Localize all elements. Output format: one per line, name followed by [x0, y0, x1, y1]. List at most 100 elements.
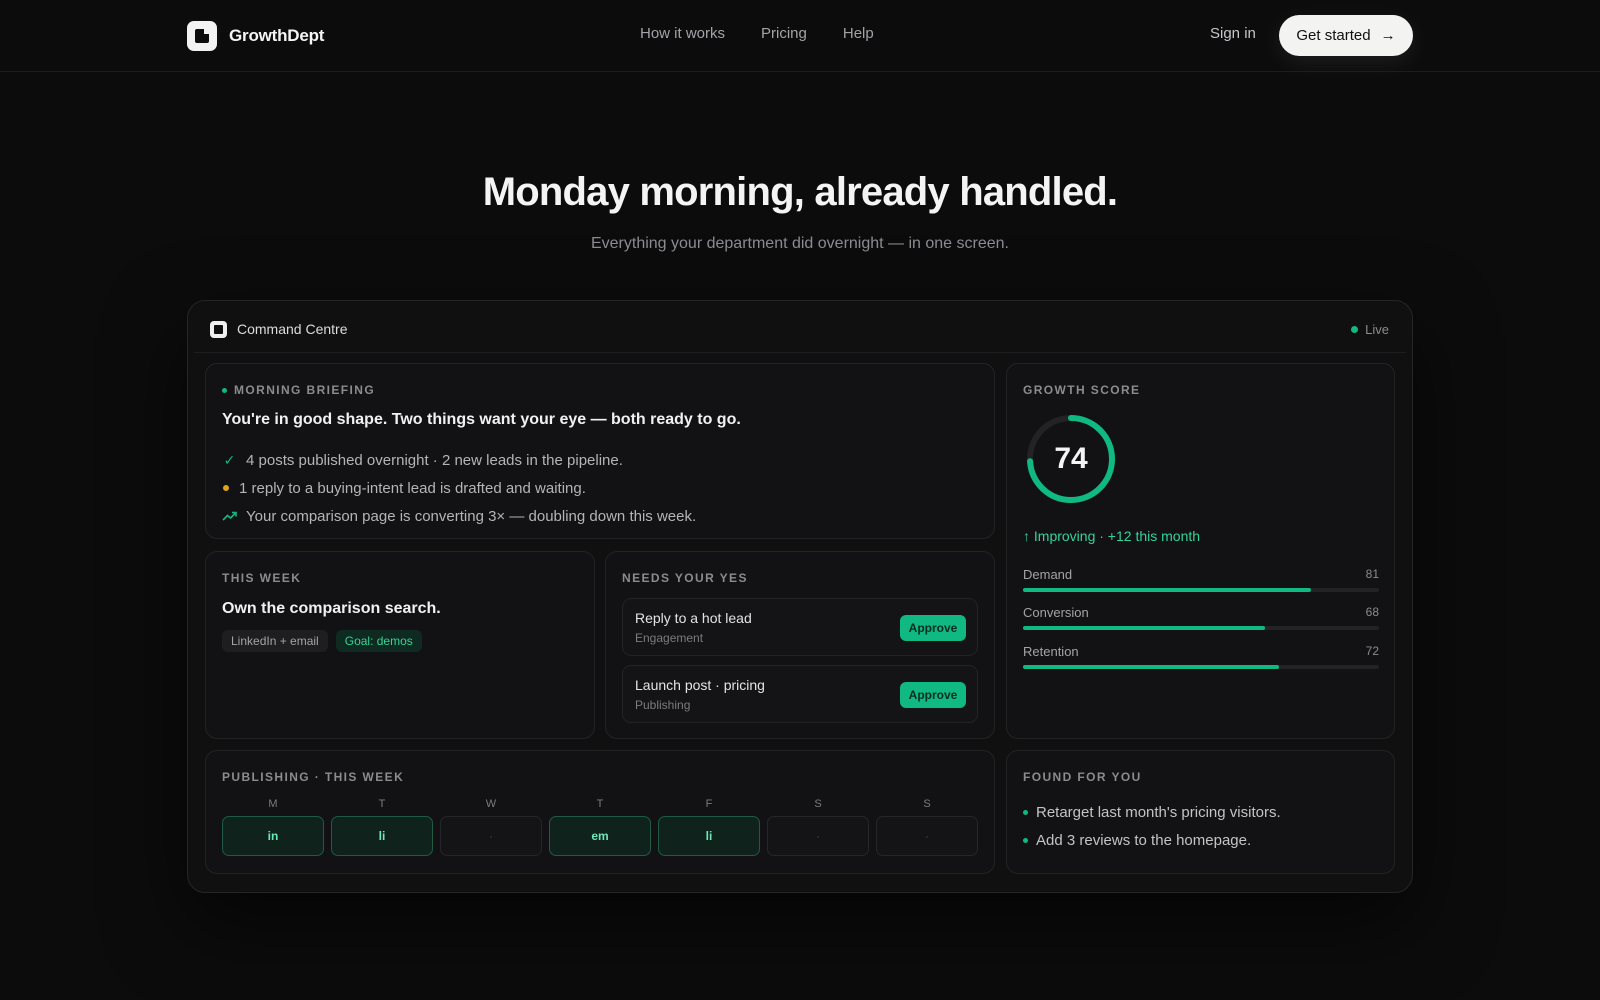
briefing-list: ✓ 4 posts published overnight · 2 new le…: [222, 446, 696, 530]
briefing-item-text: 1 reply to a buying-intent lead is draft…: [239, 479, 586, 497]
brand-logo[interactable]: GrowthDept: [187, 21, 324, 51]
publishing-label: PUBLISHING · THIS WEEK: [222, 770, 405, 784]
live-label: Live: [1365, 322, 1389, 337]
nav-link-help[interactable]: Help: [843, 25, 874, 42]
day-letter: W: [485, 798, 497, 810]
day-slot[interactable]: em: [549, 816, 651, 856]
found-for-you-card: FOUND FOR YOU Retarget last month's pric…: [1006, 750, 1395, 874]
day-letter: M: [268, 798, 278, 810]
metric-name: Retention: [1023, 644, 1079, 659]
day-slot[interactable]: li: [658, 816, 760, 856]
day-slot[interactable]: in: [222, 816, 324, 856]
logo-icon: [187, 21, 217, 51]
approve-button[interactable]: Approve: [900, 682, 966, 708]
metric-track: [1023, 588, 1379, 592]
found-item[interactable]: Retarget last month's pricing visitors.: [1023, 798, 1281, 826]
briefing-item-text: 4 posts published overnight · 2 new lead…: [246, 451, 623, 469]
arrow-right-icon: →: [1380, 27, 1396, 44]
nav-links: How it works Pricing Help: [640, 25, 874, 42]
score-trend-text: Improving · +12 this month: [1033, 528, 1201, 544]
metric-track: [1023, 665, 1379, 669]
found-list: Retarget last month's pricing visitors. …: [1023, 798, 1281, 854]
day-slot[interactable]: li: [331, 816, 433, 856]
approval-task: Reply to a hot lead Engagement Approve: [622, 598, 978, 656]
publishing-calendar: Min Tli W · Tem Fli S · S ·: [222, 798, 978, 856]
growth-score-label: GROWTH SCORE: [1023, 383, 1141, 397]
bullet-dot-icon: [1023, 809, 1028, 815]
day-column: S ·: [767, 798, 869, 856]
amber-dot-icon: [223, 485, 229, 491]
found-item[interactable]: Add 3 reviews to the homepage.: [1023, 826, 1281, 854]
day-column: W ·: [440, 798, 542, 856]
this-week-headline: Own the comparison search.: [222, 600, 441, 617]
day-column: Tli: [331, 798, 433, 856]
metric-value: 68: [1365, 605, 1379, 619]
growth-score-card: GROWTH SCORE 74 ↑ Improving · +12 this m…: [1006, 363, 1395, 739]
metric-retention: Retention 72: [1023, 644, 1379, 669]
day-letter: T: [596, 798, 604, 810]
live-status: Live: [1351, 322, 1389, 337]
briefing-item: 1 reply to a buying-intent lead is draft…: [222, 474, 696, 502]
briefing-label-row: MORNING BRIEFING: [222, 383, 375, 397]
day-letter: S: [814, 798, 822, 810]
briefing-label: MORNING BRIEFING: [234, 383, 376, 397]
nav-link-pricing[interactable]: Pricing: [761, 25, 807, 42]
get-started-button[interactable]: Get started →: [1279, 15, 1413, 56]
get-started-label: Get started: [1296, 27, 1371, 44]
found-item-text: Retarget last month's pricing visitors.: [1036, 803, 1281, 821]
trend-up-icon: [222, 509, 237, 524]
approval-task: Launch post · pricing Publishing Approve: [622, 665, 978, 723]
task-category: Publishing: [635, 698, 691, 712]
top-nav: GrowthDept How it works Pricing Help Sig…: [0, 0, 1600, 72]
day-column: S ·: [876, 798, 978, 856]
channel-chip: LinkedIn + email: [222, 630, 328, 652]
window-title-bar: Command Centre Live: [194, 307, 1406, 353]
briefing-dot-icon: [222, 387, 227, 393]
publishing-card: PUBLISHING · THIS WEEK Min Tli W · Tem Fl…: [205, 750, 995, 874]
window-title: Command Centre: [237, 321, 348, 337]
metric-value: 72: [1365, 644, 1379, 658]
approve-button[interactable]: Approve: [900, 615, 966, 641]
this-week-card: THIS WEEK Own the comparison search. Lin…: [205, 551, 595, 739]
metric-conversion: Conversion 68: [1023, 605, 1379, 630]
metric-name: Conversion: [1023, 605, 1089, 620]
task-title: Reply to a hot lead: [635, 610, 752, 626]
day-column: Min: [222, 798, 324, 856]
briefing-headline: You're in good shape. Two things want yo…: [222, 411, 741, 428]
day-column: Tem: [549, 798, 651, 856]
task-category: Engagement: [635, 631, 704, 645]
found-item-text: Add 3 reviews to the homepage.: [1036, 831, 1252, 849]
this-week-label: THIS WEEK: [222, 571, 302, 585]
metric-fill: [1023, 665, 1280, 669]
metric-fill: [1023, 588, 1312, 592]
day-letter: F: [705, 798, 713, 810]
chip-row: LinkedIn + email Goal: demos: [222, 630, 422, 652]
goal-chip: Goal: demos: [335, 630, 422, 652]
day-slot[interactable]: ·: [767, 816, 869, 856]
hero-title: Monday morning, already handled.: [482, 170, 1118, 214]
hero-subtitle: Everything your department did overnight…: [590, 235, 1009, 252]
metric-value: 81: [1365, 567, 1379, 581]
metric-demand: Demand 81: [1023, 567, 1379, 592]
bullet-dot-icon: [1023, 837, 1028, 843]
score-trend: ↑ Improving · +12 this month: [1023, 528, 1201, 544]
day-letter: T: [378, 798, 386, 810]
nav-link-how-it-works[interactable]: How it works: [640, 25, 725, 42]
day-letter: S: [923, 798, 931, 810]
day-slot[interactable]: ·: [876, 816, 978, 856]
briefing-item: Your comparison page is converting 3× — …: [222, 502, 696, 530]
briefing-item-text: Your comparison page is converting 3× — …: [246, 507, 697, 525]
sign-in-link[interactable]: Sign in: [1210, 25, 1256, 42]
app-icon: [210, 321, 227, 338]
live-dot-icon: [1351, 326, 1359, 333]
check-icon: ✓: [223, 451, 236, 468]
needs-your-yes-card: NEEDS YOUR YES Reply to a hot lead Engag…: [605, 551, 995, 739]
metric-name: Demand: [1023, 567, 1073, 582]
needs-your-yes-label: NEEDS YOUR YES: [622, 571, 748, 585]
brand-name: GrowthDept: [229, 26, 325, 45]
day-slot[interactable]: ·: [440, 816, 542, 856]
growth-score-value: 74: [1054, 442, 1088, 475]
task-title: Launch post · pricing: [635, 677, 765, 693]
found-for-you-label: FOUND FOR YOU: [1023, 770, 1142, 784]
briefing-item: ✓ 4 posts published overnight · 2 new le…: [222, 446, 696, 474]
